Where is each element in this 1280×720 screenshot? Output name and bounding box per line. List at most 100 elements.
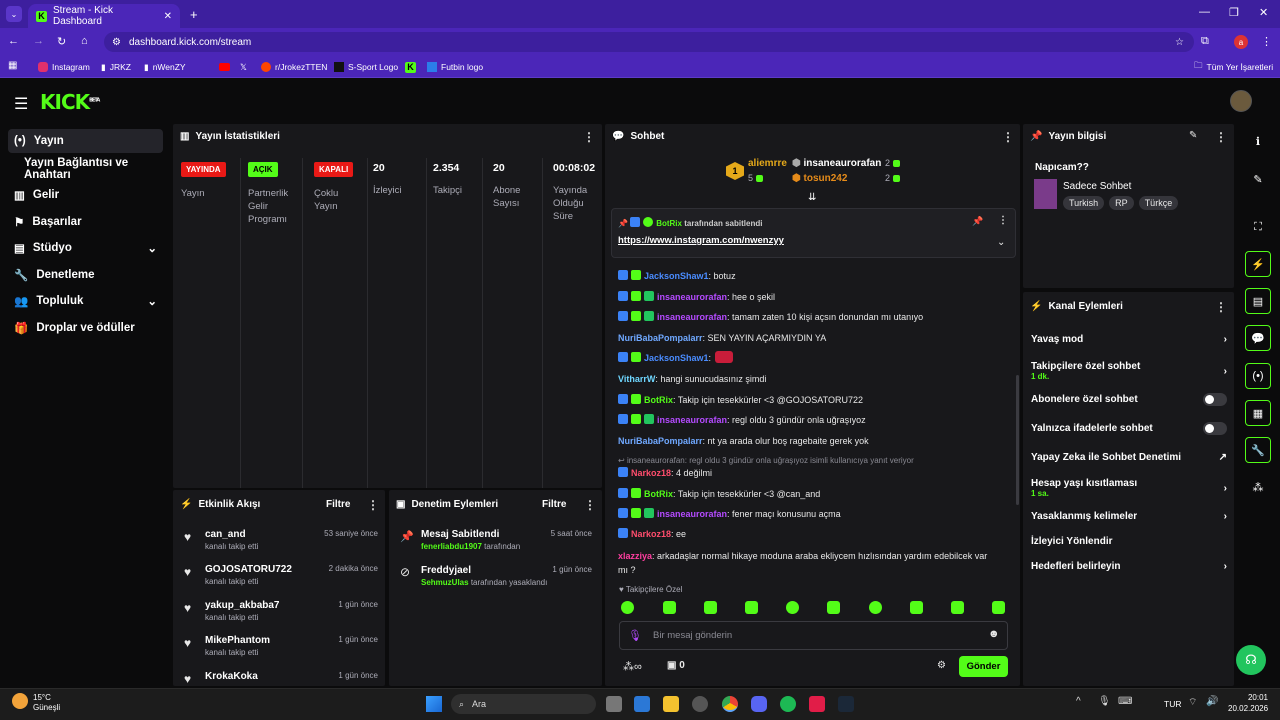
chat-username[interactable]: JacksonShaw1 — [644, 353, 709, 363]
action-followers-only[interactable]: Takipçilere özel sohbet 1 dk. › — [1031, 359, 1227, 383]
all-bookmarks[interactable]: 🗀 Tüm Yer İşaretleri — [1194, 59, 1273, 75]
edit-icon[interactable]: ✎ — [1245, 166, 1271, 192]
bookmark-futbin[interactable]: Futbin logo — [427, 59, 483, 75]
chevron-down-icon[interactable]: ⌄ — [997, 237, 1005, 248]
mic-icon[interactable]: 🎙 — [628, 629, 642, 642]
action-slow-mode[interactable]: Yavaş mod › — [1031, 334, 1227, 345]
language-indicator[interactable]: TUR — [1164, 699, 1181, 709]
quick-action-chat-icon[interactable]: 💬 — [1245, 325, 1271, 351]
browser-menu-icon[interactable]: ⋮ — [1261, 35, 1272, 48]
tray-chevron-icon[interactable]: ^ — [1076, 696, 1081, 707]
bookmark-jrkz[interactable]: ▮ JRKZ — [101, 59, 131, 75]
bookmark-ssport[interactable]: S-Sport Logo — [334, 59, 398, 75]
apps-grid-icon[interactable]: ▦ — [8, 60, 17, 71]
sidebar-item-gelir[interactable]: ▥ Gelir — [8, 183, 163, 207]
chat-input[interactable]: 🎙 Bir mesaj gönderin ☻ — [619, 621, 1008, 650]
reload-icon[interactable]: ↻ — [57, 35, 66, 48]
bookmark-star-icon[interactable]: ☆ — [1175, 37, 1184, 48]
tag[interactable]: Türkçe — [1138, 196, 1179, 210]
close-tab-icon[interactable]: ✕ — [164, 11, 172, 22]
quick-action-doc-icon[interactable]: ▤ — [1245, 288, 1271, 314]
quick-action-layout-icon[interactable]: ▦ — [1245, 400, 1271, 426]
user-avatar[interactable] — [1230, 90, 1252, 112]
emote-icon[interactable] — [663, 601, 676, 614]
emote-icon[interactable] — [869, 601, 882, 614]
tag[interactable]: RP — [1109, 196, 1134, 210]
subs-only-toggle[interactable] — [1203, 393, 1227, 406]
maximize-icon[interactable]: ❐ — [1229, 6, 1239, 19]
chat-username[interactable]: BotRix — [644, 489, 673, 499]
hamburger-menu-icon[interactable]: ☰ — [14, 94, 28, 114]
wifi-icon[interactable]: ⌔ — [1188, 696, 1197, 709]
chat-scrollbar[interactable] — [1016, 375, 1019, 505]
url-field[interactable]: ⚙ dashboard.kick.com/stream ☆ — [104, 32, 1194, 52]
emote-icon[interactable] — [704, 601, 717, 614]
weather-widget[interactable]: 15°C Güneşli — [33, 693, 60, 713]
emote-icon[interactable] — [951, 601, 964, 614]
quick-action-broadcast-icon[interactable]: (•) — [1245, 363, 1271, 389]
pinned-link[interactable]: https://www.instagram.com/nwenzyy — [618, 235, 784, 246]
app-icon[interactable] — [692, 696, 708, 712]
chat-username[interactable]: VitharrW — [618, 374, 655, 384]
action-account-age[interactable]: Hesap yaşı kısıtlaması 1 sa. › — [1031, 476, 1227, 500]
activity-menu-icon[interactable]: ⋮ — [367, 498, 379, 512]
channel-actions-menu-icon[interactable]: ⋮ — [1215, 300, 1227, 314]
new-tab-icon[interactable]: + — [190, 7, 198, 22]
edit-icon[interactable]: ✎ — [1189, 130, 1197, 141]
discord-icon[interactable] — [751, 696, 767, 712]
chat-settings-icon[interactable]: ⚙ — [937, 660, 946, 671]
chat-username[interactable]: NuriBabaPompalarr — [618, 333, 703, 343]
stream-info-menu-icon[interactable]: ⋮ — [1215, 130, 1227, 144]
bookmark-nwenzy[interactable]: ▮ nWenZY — [144, 59, 186, 75]
expand-leaderboard-icon[interactable]: ⇊ — [808, 192, 816, 203]
chat-username[interactable]: BotRix — [644, 395, 673, 405]
chat-username[interactable]: NuriBabaPompalarr — [618, 436, 703, 446]
chrome-icon[interactable] — [722, 696, 738, 712]
tab-list-icon[interactable]: ⌄ — [6, 6, 22, 22]
quick-action-wrench-icon[interactable]: 🔧 — [1245, 437, 1271, 463]
action-ai-moderation[interactable]: Yapay Zeka ile Sohbet Denetimi ↗ — [1031, 452, 1227, 463]
chat-menu-icon[interactable]: ⋮ — [1002, 130, 1014, 144]
steam-icon[interactable] — [838, 696, 854, 712]
mic-tray-icon[interactable]: 🎙 — [1098, 696, 1111, 707]
close-window-icon[interactable]: ✕ — [1259, 6, 1268, 19]
chat-username[interactable]: insaneaurorafan — [657, 292, 727, 302]
sidebar-item-droplar[interactable]: 🎁 Droplar ve ödüller — [8, 316, 163, 340]
bookmark-x[interactable]: 𝕏 — [240, 59, 247, 75]
moderation-menu-icon[interactable]: ⋮ — [584, 498, 596, 512]
emote-icon[interactable] — [992, 601, 1005, 614]
stats-menu-icon[interactable]: ⋮ — [583, 130, 595, 144]
kick-logo[interactable]: KICKBETA — [40, 90, 100, 114]
volume-icon[interactable]: 🔊 — [1206, 696, 1218, 707]
browser-tab[interactable]: K Stream - Kick Dashboard ✕ — [28, 4, 180, 28]
task-view-icon[interactable] — [606, 696, 622, 712]
emoji-picker-icon[interactable]: ☻ — [988, 628, 1000, 640]
chat-username[interactable]: insaneaurorafan — [657, 415, 727, 425]
emote-icon[interactable] — [786, 601, 799, 614]
pinned-menu-icon[interactable]: ⋮ — [998, 215, 1008, 226]
activity-filter-button[interactable]: Filtre — [326, 499, 350, 510]
tag[interactable]: Turkish — [1063, 196, 1105, 210]
gift-counter[interactable]: ▣ 0 — [667, 660, 685, 671]
keyboard-icon[interactable]: ⌨ — [1118, 696, 1132, 707]
bookmark-kick[interactable]: K — [405, 59, 416, 75]
sidebar-item-yayin[interactable]: (•) Yayın — [8, 129, 163, 153]
sidebar-item-basarilar[interactable]: ⚑ Başarılar — [8, 210, 163, 234]
site-info-icon[interactable]: ⚙ — [112, 37, 121, 48]
emotes-only-toggle[interactable] — [1203, 422, 1227, 435]
stream-category[interactable]: Sadece Sohbet — [1063, 181, 1131, 192]
info-icon[interactable]: ℹ — [1245, 128, 1271, 154]
back-icon[interactable]: ← — [8, 35, 19, 47]
minimize-icon[interactable]: — — [1199, 6, 1210, 18]
forward-icon[interactable]: → — [33, 35, 44, 47]
sidebar-item-stream-key[interactable]: Yayın Bağlantısı ve Anahtarı — [8, 157, 173, 181]
extensions-icon[interactable]: ⧉ — [1201, 35, 1209, 48]
chat-username[interactable]: Narkoz18 — [631, 468, 671, 478]
channel-points-icon[interactable]: ⁂∞ — [623, 660, 642, 673]
action-emotes-only[interactable]: Yalnızca ifadelerle sohbet — [1031, 422, 1227, 435]
bookmark-instagram[interactable]: Instagram — [38, 59, 90, 75]
sidebar-item-denetleme[interactable]: 🔧 Denetleme — [8, 263, 163, 287]
taskbar-search[interactable]: ⌕ Ara — [451, 694, 596, 714]
quick-action-bolt-icon[interactable]: ⚡ — [1245, 251, 1271, 277]
home-icon[interactable]: ⌂ — [81, 35, 88, 47]
